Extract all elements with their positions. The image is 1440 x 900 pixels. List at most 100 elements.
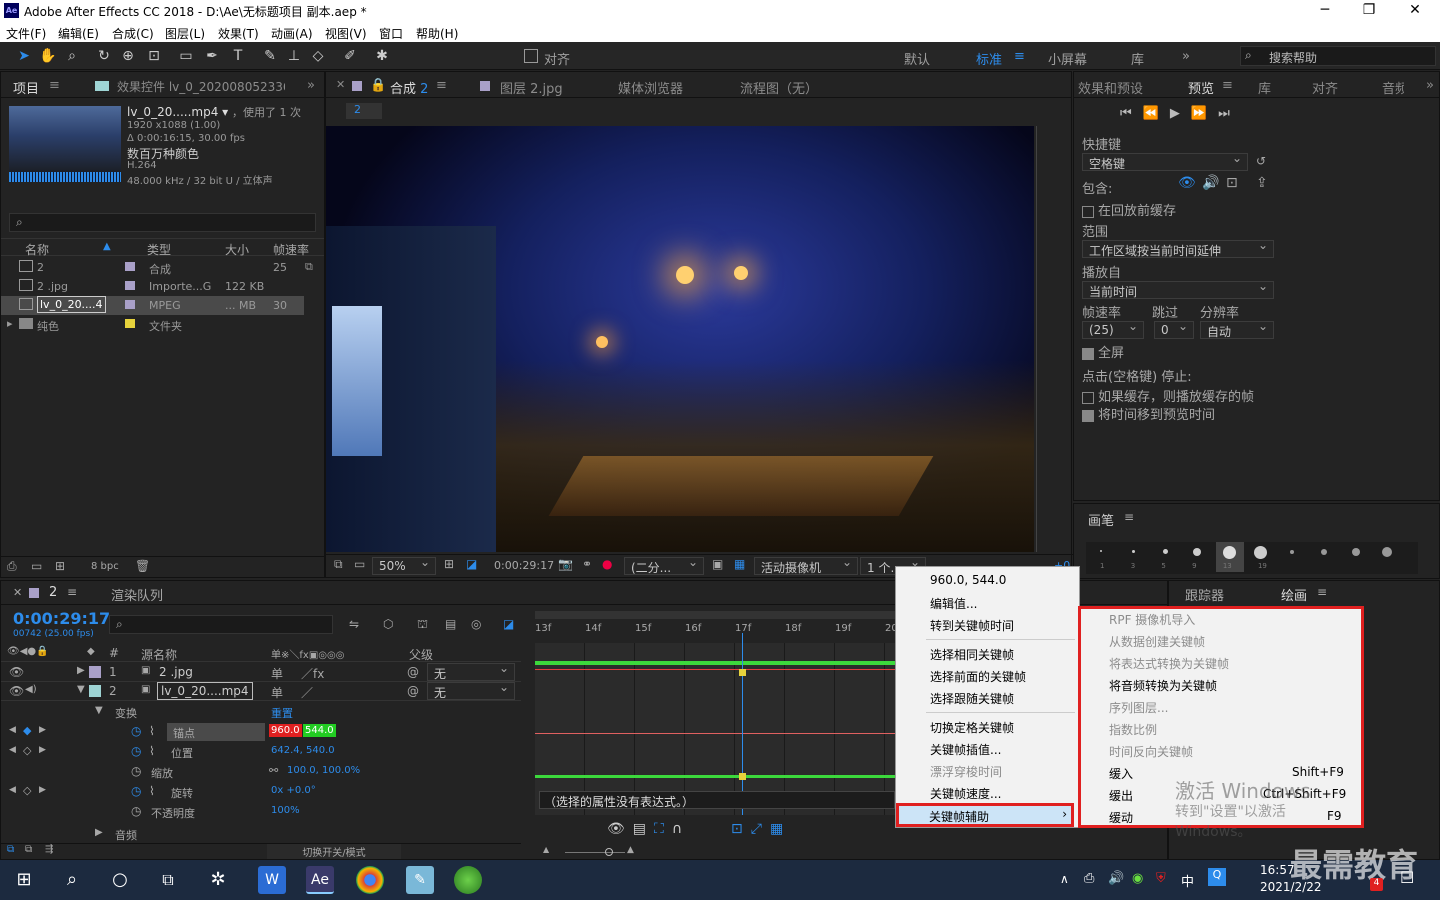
camera-tool-icon[interactable]: ⊕ — [118, 47, 138, 65]
tab-preview[interactable]: 预览 — [1188, 78, 1214, 97]
zoom-thumb[interactable] — [605, 848, 613, 856]
notepad-icon[interactable]: ✎ — [406, 866, 434, 894]
expand-arrow-icon[interactable]: ▶ — [77, 665, 85, 676]
layer-row[interactable]: 👁 ▶ 1 ▣ 2 .jpg 单 ／fx @ 无 — [1, 661, 521, 682]
shortcut-dropdown[interactable]: 空格键 — [1082, 151, 1248, 171]
shy-switch-icon[interactable]: 单 — [271, 684, 283, 701]
tab-libraries[interactable]: 库 — [1258, 78, 1271, 97]
menu-item-interpolation[interactable]: 关键帧插值... — [930, 741, 1001, 761]
keyframe-area[interactable] — [535, 633, 897, 815]
tab-flowchart[interactable]: 流程图（无） — [740, 78, 818, 97]
tab-effects-presets[interactable]: 效果和预设 — [1078, 78, 1143, 97]
grid-icon[interactable]: ⊞ — [444, 557, 454, 571]
toggle-switches-button[interactable]: 切换开关/模式 — [267, 844, 401, 859]
mask-visibility-icon[interactable]: ◪ — [466, 557, 477, 571]
eraser-tool-icon[interactable]: ◇ — [308, 47, 328, 65]
menu-edit[interactable]: 编辑(E) — [58, 25, 99, 42]
grid-view-icon[interactable]: ▦ — [770, 821, 791, 837]
camera-dropdown[interactable]: 活动摄像机 — [754, 555, 858, 575]
timeline-search-input[interactable]: ⌕ — [109, 615, 333, 634]
search-icon[interactable]: ⌕ — [58, 866, 86, 894]
shy-switch-icon[interactable]: 单 — [271, 665, 283, 682]
fullscreen-option[interactable]: 全屏 — [1082, 342, 1124, 361]
maximize-button[interactable]: ❐ — [1346, 2, 1392, 18]
audio-speaker-icon[interactable]: 🔊 — [1202, 175, 1219, 191]
menu-item-toggle-hold[interactable]: 切换定格关键帧 — [930, 719, 1014, 739]
wps-writer-icon[interactable]: W — [258, 866, 286, 894]
workspace-default[interactable]: 默认 — [904, 49, 930, 68]
anchor-y-value[interactable]: 544.0 — [303, 724, 336, 737]
menu-file[interactable]: 文件(F) — [6, 25, 46, 42]
prev-keyframe-icon[interactable]: ◀ — [9, 725, 16, 735]
stopwatch-icon[interactable]: ◷ — [131, 784, 141, 798]
play-icon[interactable]: ▶ — [1170, 106, 1191, 121]
label-color[interactable] — [89, 685, 101, 697]
stopwatch-icon[interactable]: ◷ — [131, 764, 141, 778]
submenu-easy-ease-in[interactable]: 缓入 — [1109, 765, 1133, 782]
work-area-bar[interactable] — [535, 611, 897, 619]
frame-blending-icon[interactable]: ▤ — [445, 617, 456, 631]
in-out-icon[interactable]: ⇶ — [45, 844, 53, 855]
audio-group-label[interactable]: 音频 — [115, 827, 137, 843]
brush-tip-icon[interactable] — [1352, 548, 1360, 556]
last-frame-icon[interactable]: ⏭ — [1218, 106, 1241, 121]
row-name[interactable]: lv_0_20....4 — [37, 296, 106, 313]
quality-switch-icon[interactable]: ／ — [301, 684, 313, 701]
play-from-dropdown[interactable]: 当前时间 — [1082, 279, 1274, 299]
prev-keyframe-icon[interactable]: ◀ — [9, 745, 16, 755]
workspace-libraries[interactable]: 库 — [1131, 49, 1144, 68]
graph-icon[interactable]: ⌇ — [149, 744, 155, 758]
hand-tool-icon[interactable]: ✋ — [38, 47, 58, 65]
transform-label[interactable]: 变换 — [115, 705, 137, 721]
submenu-convert-audio[interactable]: 将音频转换为关键帧 — [1109, 677, 1217, 694]
visibility-eye-icon[interactable]: 👁 — [9, 684, 24, 698]
opacity-value[interactable]: 100% — [271, 805, 300, 816]
collapse-arrow-icon[interactable]: ▼ — [77, 684, 85, 695]
pinwheel-app-icon[interactable]: ✲ — [204, 866, 232, 894]
pickwhip-icon[interactable]: @ — [407, 665, 419, 679]
tab-layer[interactable]: 图层 2.jpg — [500, 78, 563, 97]
menu-item-keyframe-assistant[interactable]: 关键帧辅助 › — [896, 803, 1074, 827]
action-center-icon[interactable]: ☐ — [1400, 868, 1414, 887]
workspace-standard[interactable]: 标准 — [976, 49, 1002, 68]
menu-animation[interactable]: 动画(A) — [271, 25, 313, 42]
resolution-dropdown[interactable]: (二分... — [624, 555, 704, 575]
brush-tip-icon[interactable] — [1193, 548, 1201, 556]
current-time[interactable]: 0:00:29:17 — [494, 559, 554, 572]
keyframe-icon[interactable]: ◇ — [23, 744, 31, 757]
stopwatch-icon[interactable]: ◷ — [131, 744, 141, 758]
project-row-comp[interactable]: 2 合成 25 ⧉ — [1, 258, 324, 277]
layer-row[interactable]: 👁 ◀) ▼ 2 ▣ lv_0_20....mp4 单 ／ @ 无 — [1, 680, 521, 701]
nvidia-icon[interactable]: ◉ — [1132, 871, 1143, 886]
expand-arrow-icon[interactable]: ▶ — [95, 827, 103, 838]
puppet-pin-tool-icon[interactable]: ✱ — [372, 47, 392, 65]
menu-effect[interactable]: 效果(T) — [218, 25, 259, 42]
label-color[interactable] — [89, 666, 101, 678]
show-snapshot-icon[interactable]: ⚭ — [582, 557, 592, 571]
comp-viewer[interactable] — [326, 126, 1034, 552]
panel-overflow-icon[interactable]: » — [307, 78, 315, 93]
menu-item-select-previous[interactable]: 选择前面的关键帧 — [930, 668, 1026, 688]
keyframe-icon[interactable]: ◇ — [23, 784, 31, 797]
rectangle-tool-icon[interactable]: ▭ — [176, 47, 196, 65]
pen-tool-icon[interactable]: ✒ — [202, 47, 222, 65]
after-effects-taskbar-icon[interactable]: Ae — [306, 866, 334, 894]
layer-bar[interactable] — [535, 661, 897, 665]
move-time-checkbox[interactable] — [1082, 409, 1094, 422]
type-tool-icon[interactable]: T — [228, 47, 248, 65]
selection-tool-icon[interactable]: ➤ — [14, 47, 34, 65]
volume-icon[interactable]: 🔊 — [1108, 871, 1124, 886]
fit-selection-icon[interactable]: ⊡ — [731, 821, 751, 837]
reset-link[interactable]: 重置 — [271, 705, 293, 721]
constrain-link-icon[interactable]: ⚯ — [269, 764, 278, 777]
project-row-mp4[interactable]: lv_0_20....4 MPEG ... MB 30 — [1, 296, 304, 315]
tab-effect-controls[interactable]: 效果控件 lv_0_2020080523360… — [117, 78, 285, 95]
move-time-option[interactable]: 将时间移到预览时间 — [1082, 404, 1215, 423]
layer-name[interactable]: 2 .jpg — [159, 665, 193, 679]
tab-menu-icon[interactable]: ≡ — [436, 78, 447, 93]
brush-tip-icon[interactable] — [1132, 550, 1135, 553]
pan-behind-tool-icon[interactable]: ⊡ — [144, 47, 164, 65]
prev-keyframe-icon[interactable]: ◀ — [9, 785, 16, 795]
video-eye-icon[interactable]: 👁 — [1178, 175, 1196, 191]
new-folder-icon[interactable]: ▭ — [31, 559, 42, 573]
